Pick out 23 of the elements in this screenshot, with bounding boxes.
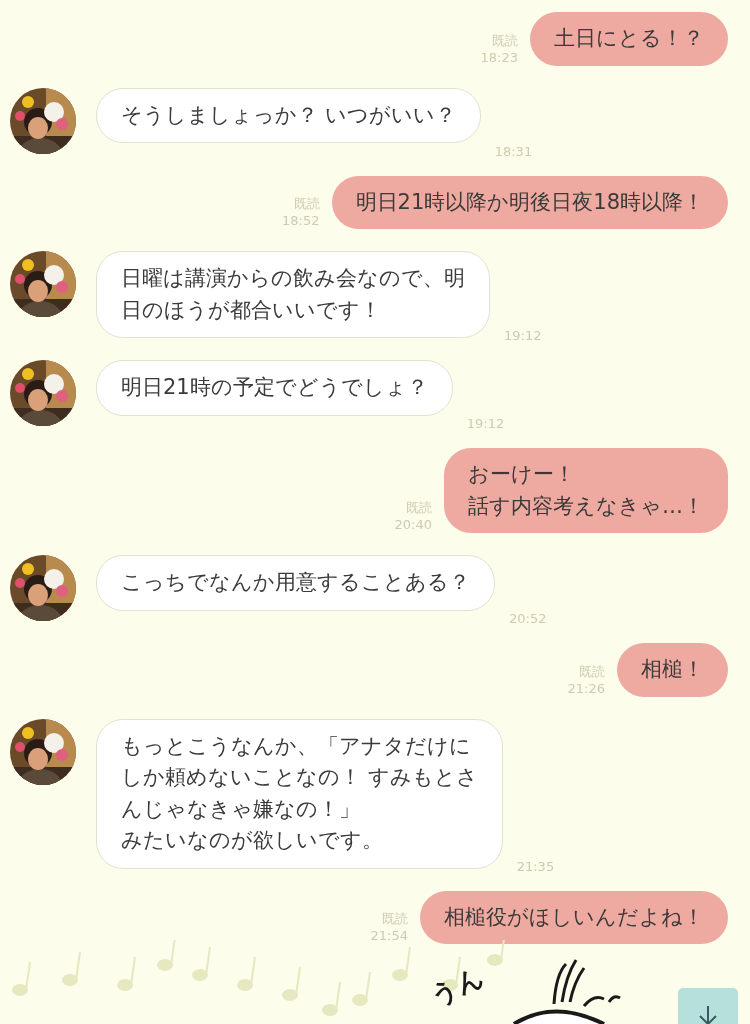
- received-message-bubble: こっちでなんか用意することある？: [96, 555, 495, 611]
- scroll-down-button[interactable]: [678, 988, 738, 1024]
- message-time: 20:52: [509, 610, 547, 627]
- received-message-bubble: もっとこうなんか、「アナタだけに しか頼めないことなの！ すみもとさ んじゃなきゃ嫌なの！」 みたいなのが欲しいです。: [96, 718, 503, 869]
- sent-message-bubble: 土日にとる！？: [530, 12, 728, 66]
- sent-message-bubble: 明日21時以降か明後日夜18時以降！: [331, 175, 728, 229]
- down-arrow-icon: [697, 1004, 719, 1024]
- message-time: 21:26: [567, 679, 605, 697]
- sent-message-bubble: おーけー！ 話す内容考えなきゃ…！: [444, 448, 728, 533]
- received-message-bubble: 日曜は講演からの飲み会なので、明 日のほうが都合いいです！: [96, 251, 490, 338]
- message-time: 20:40: [394, 516, 432, 533]
- sent-message-bubble: 相槌役がほしいんだよね！: [420, 890, 728, 944]
- message-time: 21:35: [516, 857, 555, 875]
- received-message-bubble: 明日21時の予定でどうでしょ？: [96, 360, 453, 416]
- received-message-bubble: そうしましょっか？ いつがいい？: [96, 87, 481, 143]
- message-time: 18:31: [494, 142, 533, 160]
- sent-message-bubble: 相槌！: [617, 643, 728, 697]
- message-time: 21:54: [370, 927, 408, 944]
- message-time: 19:12: [466, 415, 505, 432]
- message-time: 19:12: [504, 327, 542, 344]
- message-time: 18:52: [282, 212, 320, 229]
- message-time: 18:23: [480, 48, 518, 66]
- sticker-text: うん: [425, 960, 489, 1014]
